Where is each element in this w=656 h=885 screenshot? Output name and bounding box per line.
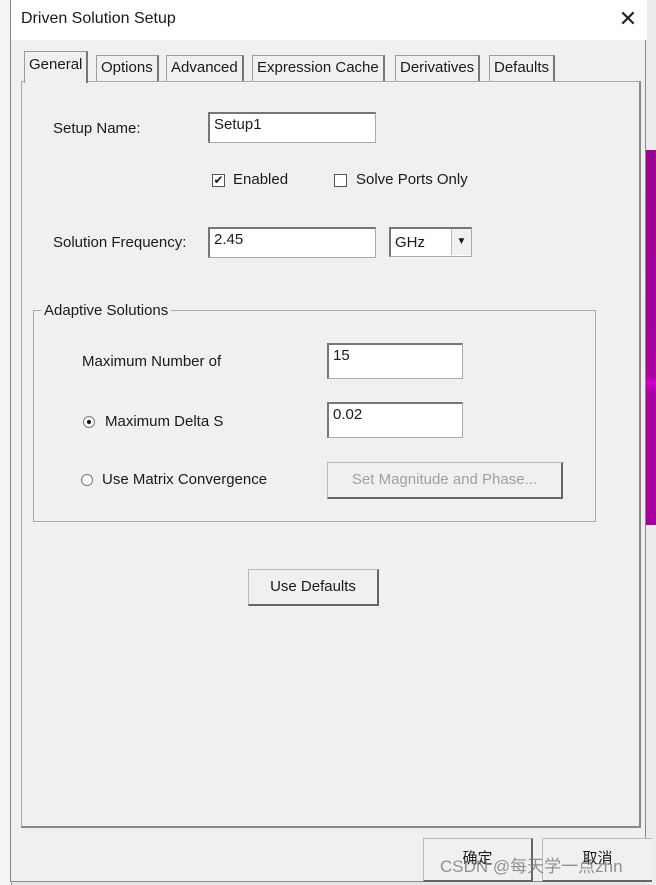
driven-solution-setup-dialog: Driven Solution Setup ✕ General Options … [10,0,652,882]
matrix-convergence-radio[interactable] [81,474,93,486]
max-delta-s-label: Maximum Delta S [105,413,224,430]
max-passes-input[interactable]: 15 [327,343,463,379]
set-magnitude-phase-button[interactable]: Set Magnitude and Phase... [327,462,563,499]
tab-general[interactable]: General [24,51,89,83]
window-title: Driven Solution Setup [21,10,176,27]
tab-expression-cache[interactable]: Expression Cache [252,55,385,82]
adaptive-solutions-title: Adaptive Solutions [41,302,172,319]
enabled-label: Enabled [233,171,289,188]
frequency-unit-value: GHz [395,234,425,251]
title-bar: Driven Solution Setup ✕ [11,0,647,40]
tab-defaults[interactable]: Defaults [489,55,556,82]
matrix-convergence-label: Use Matrix Convergence [102,471,268,488]
solution-frequency-label: Solution Frequency: [53,234,187,251]
chevron-down-icon[interactable]: ▼ [451,229,471,255]
solve-ports-only-checkbox[interactable] [334,174,347,187]
solve-ports-only-label: Solve Ports Only [356,171,468,188]
close-icon[interactable]: ✕ [615,6,641,32]
max-delta-s-radio[interactable] [83,416,95,428]
background-3d-model [646,150,656,525]
enabled-checkbox[interactable]: ✔ [212,174,225,187]
tab-derivatives[interactable]: Derivatives [395,55,481,82]
frequency-unit-select[interactable]: GHz ▼ [389,227,472,257]
tab-options[interactable]: Options [96,55,159,82]
max-passes-label: Maximum Number of [82,353,222,370]
setup-name-input[interactable]: Setup1 [208,112,376,143]
tab-advanced[interactable]: Advanced [166,55,244,82]
max-delta-s-input[interactable]: 0.02 [327,402,463,438]
setup-name-label: Setup Name: [53,120,141,137]
solution-frequency-input[interactable]: 2.45 [208,227,376,258]
watermark: CSDN @每天学一点zhn [440,857,623,876]
use-defaults-button[interactable]: Use Defaults [248,569,379,606]
